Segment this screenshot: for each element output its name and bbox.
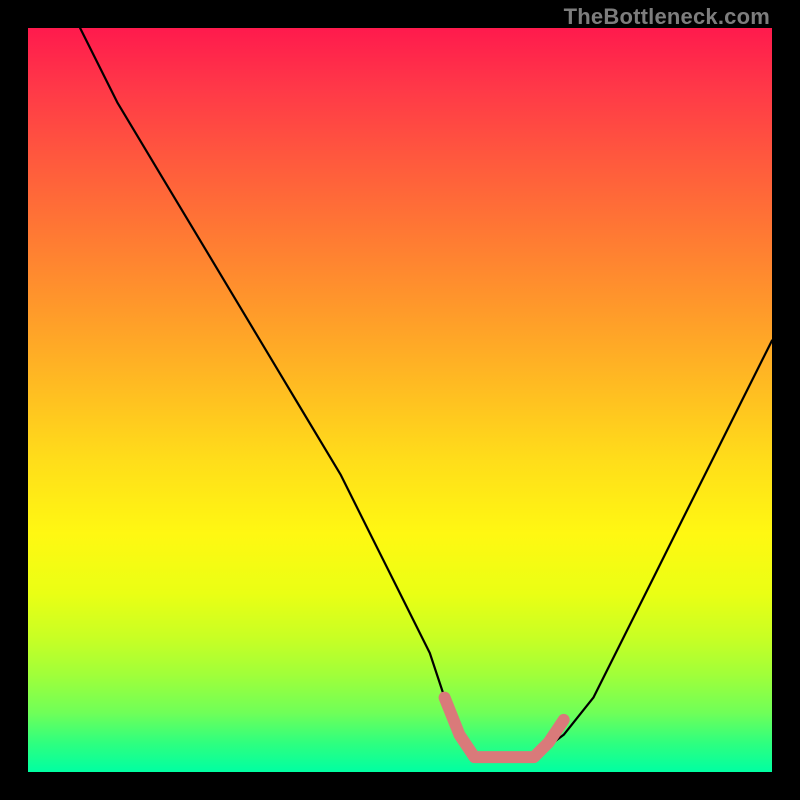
chart-frame xyxy=(28,28,772,772)
curve-path xyxy=(80,28,772,757)
watermark-label: TheBottleneck.com xyxy=(564,4,770,30)
chart-svg xyxy=(28,28,772,772)
flat-highlight-path xyxy=(445,698,564,758)
